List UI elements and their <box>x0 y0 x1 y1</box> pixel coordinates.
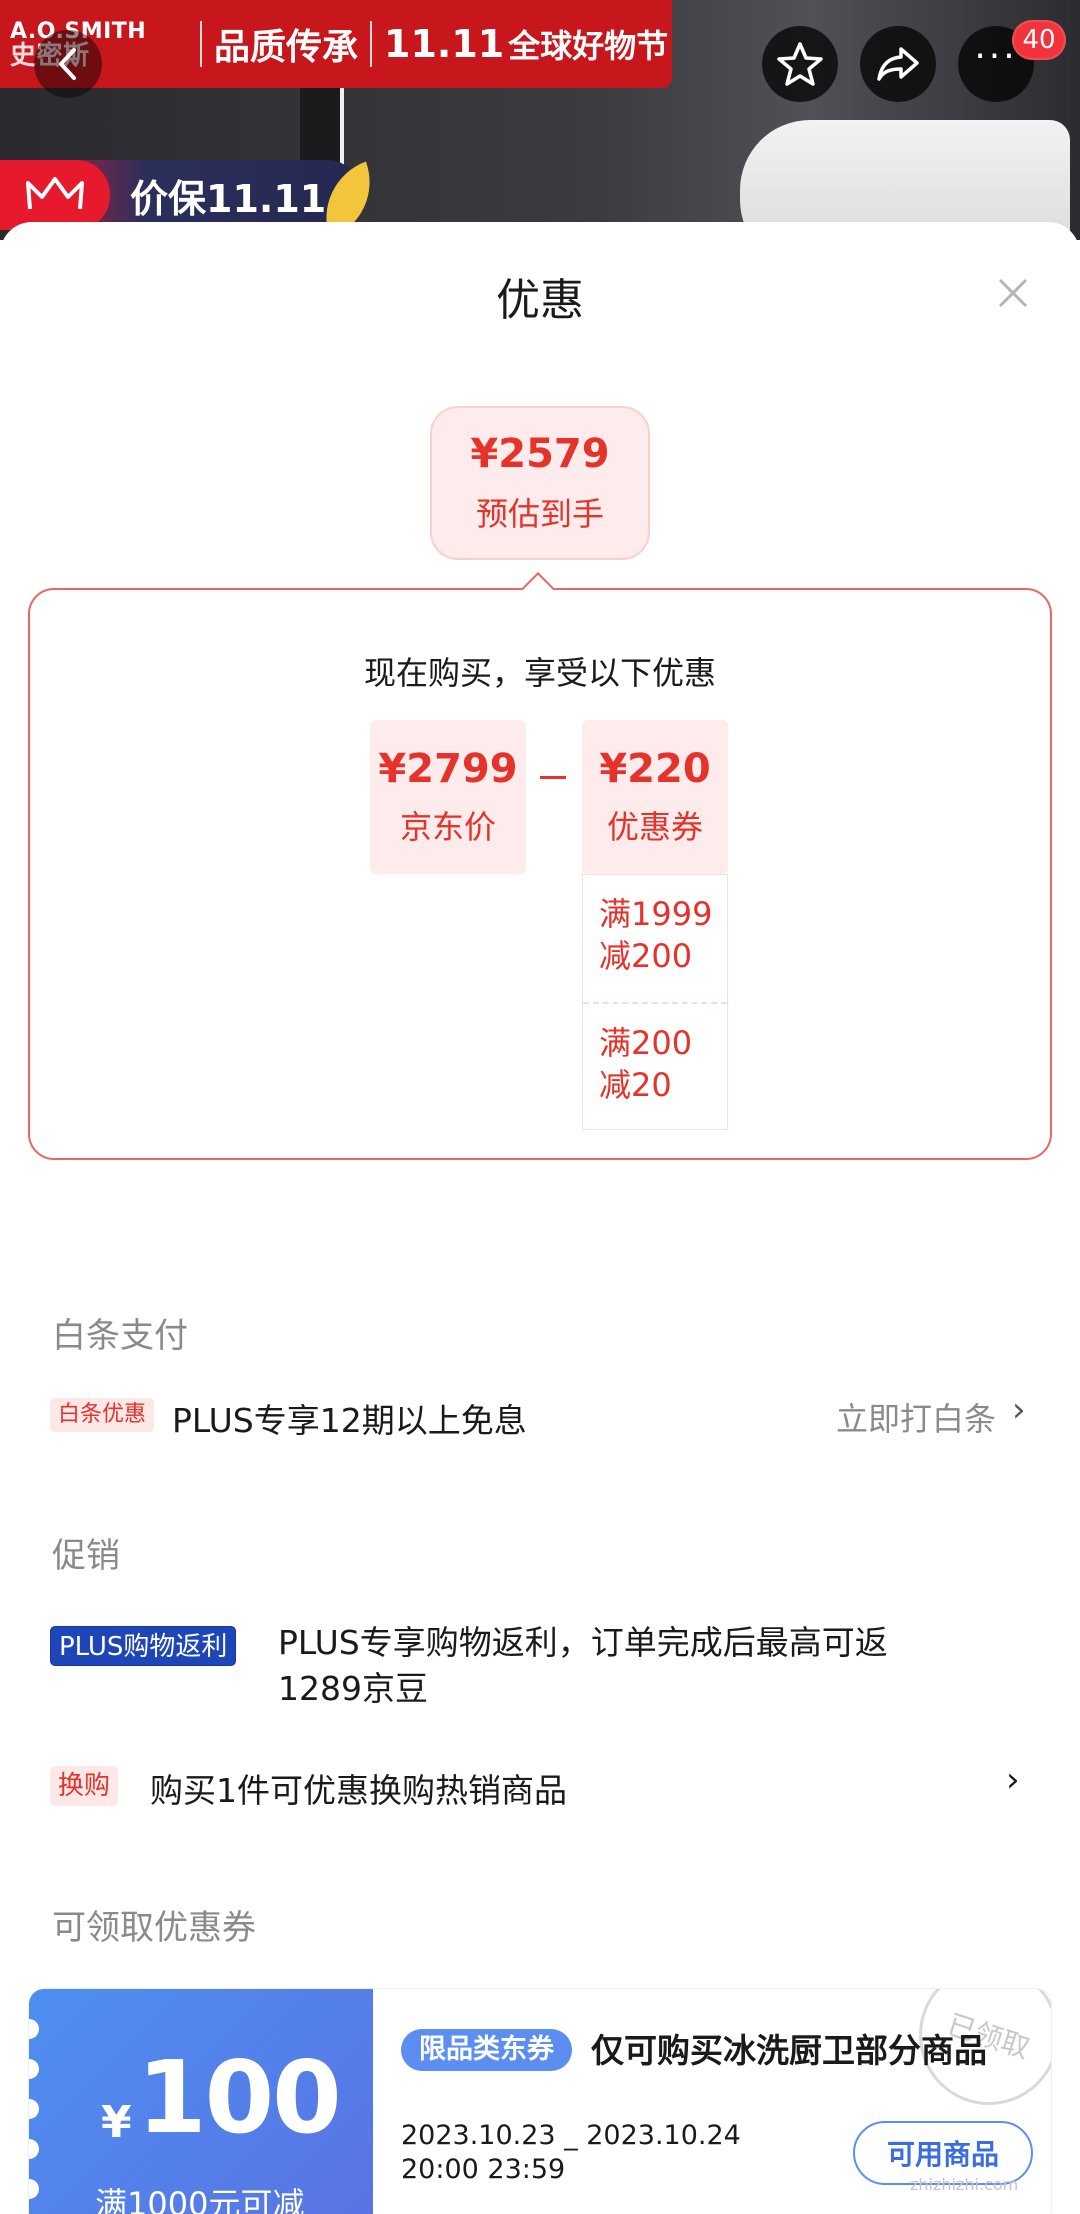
share-button[interactable] <box>860 26 936 102</box>
coupon-notch <box>29 2099 39 2119</box>
plus-rebate-text: PLUS专享购物返利，订单完成后最高可返 1289京豆 <box>278 1620 888 1712</box>
price-guard-text: 价保11.11 <box>130 176 327 221</box>
coupon-notch <box>29 2059 39 2079</box>
coupon-detail-item: 满200 减20 <box>583 1002 727 1129</box>
plus-rebate-text-line2: 1289京豆 <box>278 1669 428 1708</box>
watermark: zhizhizhi.com <box>910 2175 1019 2194</box>
close-icon <box>998 278 1028 308</box>
estimated-price-box: ¥2579 预估到手 <box>430 406 650 560</box>
swap-tag: 换购 <box>50 1766 119 1806</box>
swap-text[interactable]: 购买1件可优惠换购热销商品 <box>150 1764 567 1812</box>
baitiao-text: PLUS专享12期以上免息 <box>172 1401 527 1440</box>
baitiao-action-link[interactable]: 立即打白条 <box>836 1394 996 1440</box>
coupon-condition: 满1000元可减 <box>95 2185 305 2214</box>
coupon-detail-item: 满1999 减200 <box>599 895 713 975</box>
coupon-currency: ¥ <box>101 2097 132 2148</box>
price-guard-badge: 价保11.11 <box>0 160 362 230</box>
jd-price-cell: ¥2799 京东价 <box>370 720 526 874</box>
coupon-validity: 2023.10.23 _ 2023.10.24 20:00 23:59 <box>401 2119 741 2187</box>
chevron-right-icon[interactable]: › <box>1012 1390 1026 1430</box>
coupon-value-panel: ¥ 100 满1000元可减 <box>29 1989 373 2214</box>
coupon-discount: ¥220 <box>599 746 711 792</box>
more-dots-icon: ··· <box>974 36 1018 77</box>
coupon-notch <box>29 2019 39 2039</box>
page: A.O.SMITH 史密斯 品质传承 11.11 全球好物节 ··· 40 价保… <box>0 0 1080 2214</box>
discount-sheet: 优惠 ¥2579 预估到手 现在购买，享受以下优惠 ¥2799 京东价 ¥220… <box>0 222 1080 2214</box>
brand-divider-2 <box>370 21 373 67</box>
coupon-notch <box>29 2139 39 2159</box>
coupons-section-title: 可领取优惠券 <box>52 1908 256 1948</box>
star-icon <box>777 42 823 86</box>
message-badge: 40 <box>1012 20 1066 60</box>
coupon-detail-list: 满1999 减200 满200 减20 <box>582 874 728 1130</box>
back-button[interactable] <box>34 30 102 98</box>
brand-slogan: 品质传承 <box>214 27 359 68</box>
event-number: 11.11 <box>384 22 505 66</box>
coupon-discount-label: 优惠券 <box>606 808 703 846</box>
coupon-limit-tag: 限品类东券 <box>401 2029 572 2071</box>
jd-price-label: 京东价 <box>399 808 496 846</box>
product-banner: A.O.SMITH 史密斯 品质传承 11.11 全球好物节 ··· 40 价保… <box>0 0 1080 240</box>
baitiao-tag: 白条优惠 <box>50 1398 155 1432</box>
estimated-price-label: 预估到手 <box>475 495 604 533</box>
baitiao-section-title: 白条支付 <box>52 1316 188 1356</box>
coupon-discount-cell: ¥220 优惠券 <box>582 720 728 874</box>
close-button[interactable] <box>990 270 1036 316</box>
coupon-notch <box>29 2179 39 2199</box>
coupon-date-line1: 2023.10.23 _ 2023.10.24 <box>401 2120 741 2151</box>
promo-section-title: 促销 <box>52 1536 120 1576</box>
plus-rebate-text-line1: PLUS专享购物返利，订单完成后最高可返 <box>278 1623 888 1662</box>
minus-sign <box>540 776 566 779</box>
event-name: 全球好物节 <box>508 27 669 65</box>
crown-icon <box>0 160 110 230</box>
price-breakdown: 现在购买，享受以下优惠 ¥2799 京东价 ¥220 优惠券 满1999 减200… <box>28 588 1052 1160</box>
chevron-left-icon <box>59 48 76 80</box>
estimated-price: ¥2579 <box>470 431 610 477</box>
share-icon <box>877 47 919 81</box>
plus-rebate-tag: PLUS购物返利 <box>50 1626 237 1666</box>
favorite-button[interactable] <box>762 26 838 102</box>
sheet-title: 优惠 <box>496 275 584 326</box>
brand-bar: A.O.SMITH 史密斯 品质传承 11.11 全球好物节 <box>0 0 672 88</box>
coupon-date-line2: 20:00 23:59 <box>401 2154 566 2185</box>
coupon-card: ¥ 100 满1000元可减 已领取 仅可购买冰洗厨卫部分商品 限品类东券 20… <box>28 1988 1052 2214</box>
breakdown-title: 现在购买，享受以下优惠 <box>363 654 716 692</box>
chevron-right-icon[interactable]: › <box>1006 1760 1020 1800</box>
coupon-amount: 100 <box>137 2039 342 2156</box>
brand-divider <box>200 21 202 67</box>
jd-price: ¥2799 <box>378 746 518 792</box>
